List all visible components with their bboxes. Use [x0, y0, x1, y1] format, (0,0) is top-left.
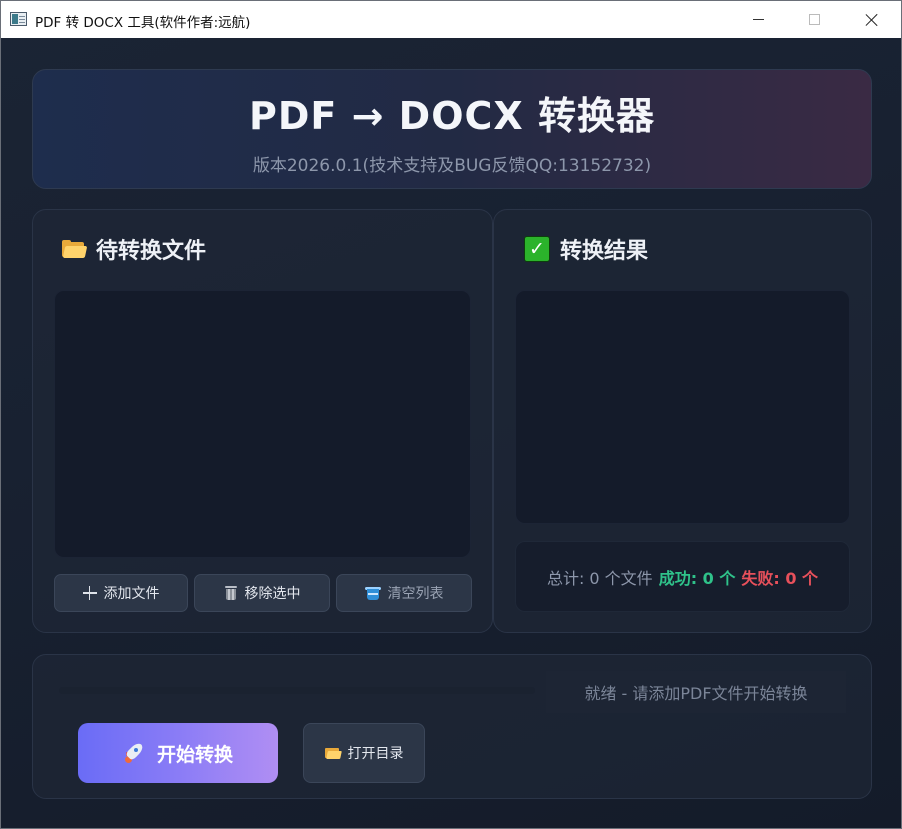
app-window: PDF 转 DOCX 工具(软件作者:远航) PDF → DOCX 转换器 版本…: [0, 0, 902, 829]
check-icon: ✓: [524, 236, 550, 262]
summary-success: 成功: 0 个: [658, 568, 736, 588]
minimize-button[interactable]: [729, 1, 787, 38]
version-text: 版本2026.0.1(技术支持及BUG反馈QQ:13152732): [252, 156, 652, 176]
plus-icon: [82, 586, 97, 600]
title-bar[interactable]: PDF 转 DOCX 工具(软件作者:远航): [1, 1, 901, 38]
trash-icon: [224, 585, 238, 601]
start-convert-label: 开始转换: [156, 743, 233, 766]
results-summary: 总计: 0 个文件 成功: 0 个 失败: 0 个: [515, 541, 850, 612]
page-title: PDF → DOCX 转换器: [249, 94, 655, 138]
maximize-icon: [808, 14, 820, 25]
add-file-button[interactable]: 添加文件: [54, 574, 188, 612]
app-icon: [10, 12, 27, 26]
minimize-icon: [752, 19, 764, 20]
remove-selected-label: 移除选中: [244, 586, 301, 602]
progress-bar: [59, 687, 535, 694]
start-convert-button[interactable]: 开始转换: [78, 723, 278, 783]
remove-selected-button[interactable]: 移除选中: [194, 574, 330, 612]
clear-list-button[interactable]: 清空列表: [336, 574, 472, 612]
clear-list-label: 清空列表: [387, 586, 444, 602]
results-heading: ✓ 转换结果: [524, 233, 648, 265]
summary-failed: 失败: 0 个: [741, 568, 819, 588]
open-directory-label: 打开目录: [347, 746, 404, 762]
maximize-button[interactable]: [785, 1, 843, 38]
folder-icon: [62, 240, 88, 258]
results-heading-label: 转换结果: [560, 239, 649, 264]
window-title: PDF 转 DOCX 工具(软件作者:远航): [35, 15, 251, 31]
recycle-bin-icon: [364, 585, 381, 601]
pending-files-list[interactable]: [54, 290, 471, 558]
summary-total: 总计: 0 个文件: [546, 568, 653, 588]
open-directory-button[interactable]: 打开目录: [303, 723, 425, 783]
pending-files-heading: 待转换文件: [62, 233, 206, 265]
status-text: 就绪 - 请添加PDF文件开始转换: [546, 671, 846, 713]
close-button[interactable]: [843, 1, 901, 38]
pending-files-heading-label: 待转换文件: [96, 239, 207, 264]
add-file-label: 添加文件: [103, 586, 160, 602]
rocket-icon: [123, 741, 147, 765]
folder-open-icon: [324, 747, 342, 759]
results-list[interactable]: [515, 290, 850, 524]
close-icon: [865, 13, 879, 27]
